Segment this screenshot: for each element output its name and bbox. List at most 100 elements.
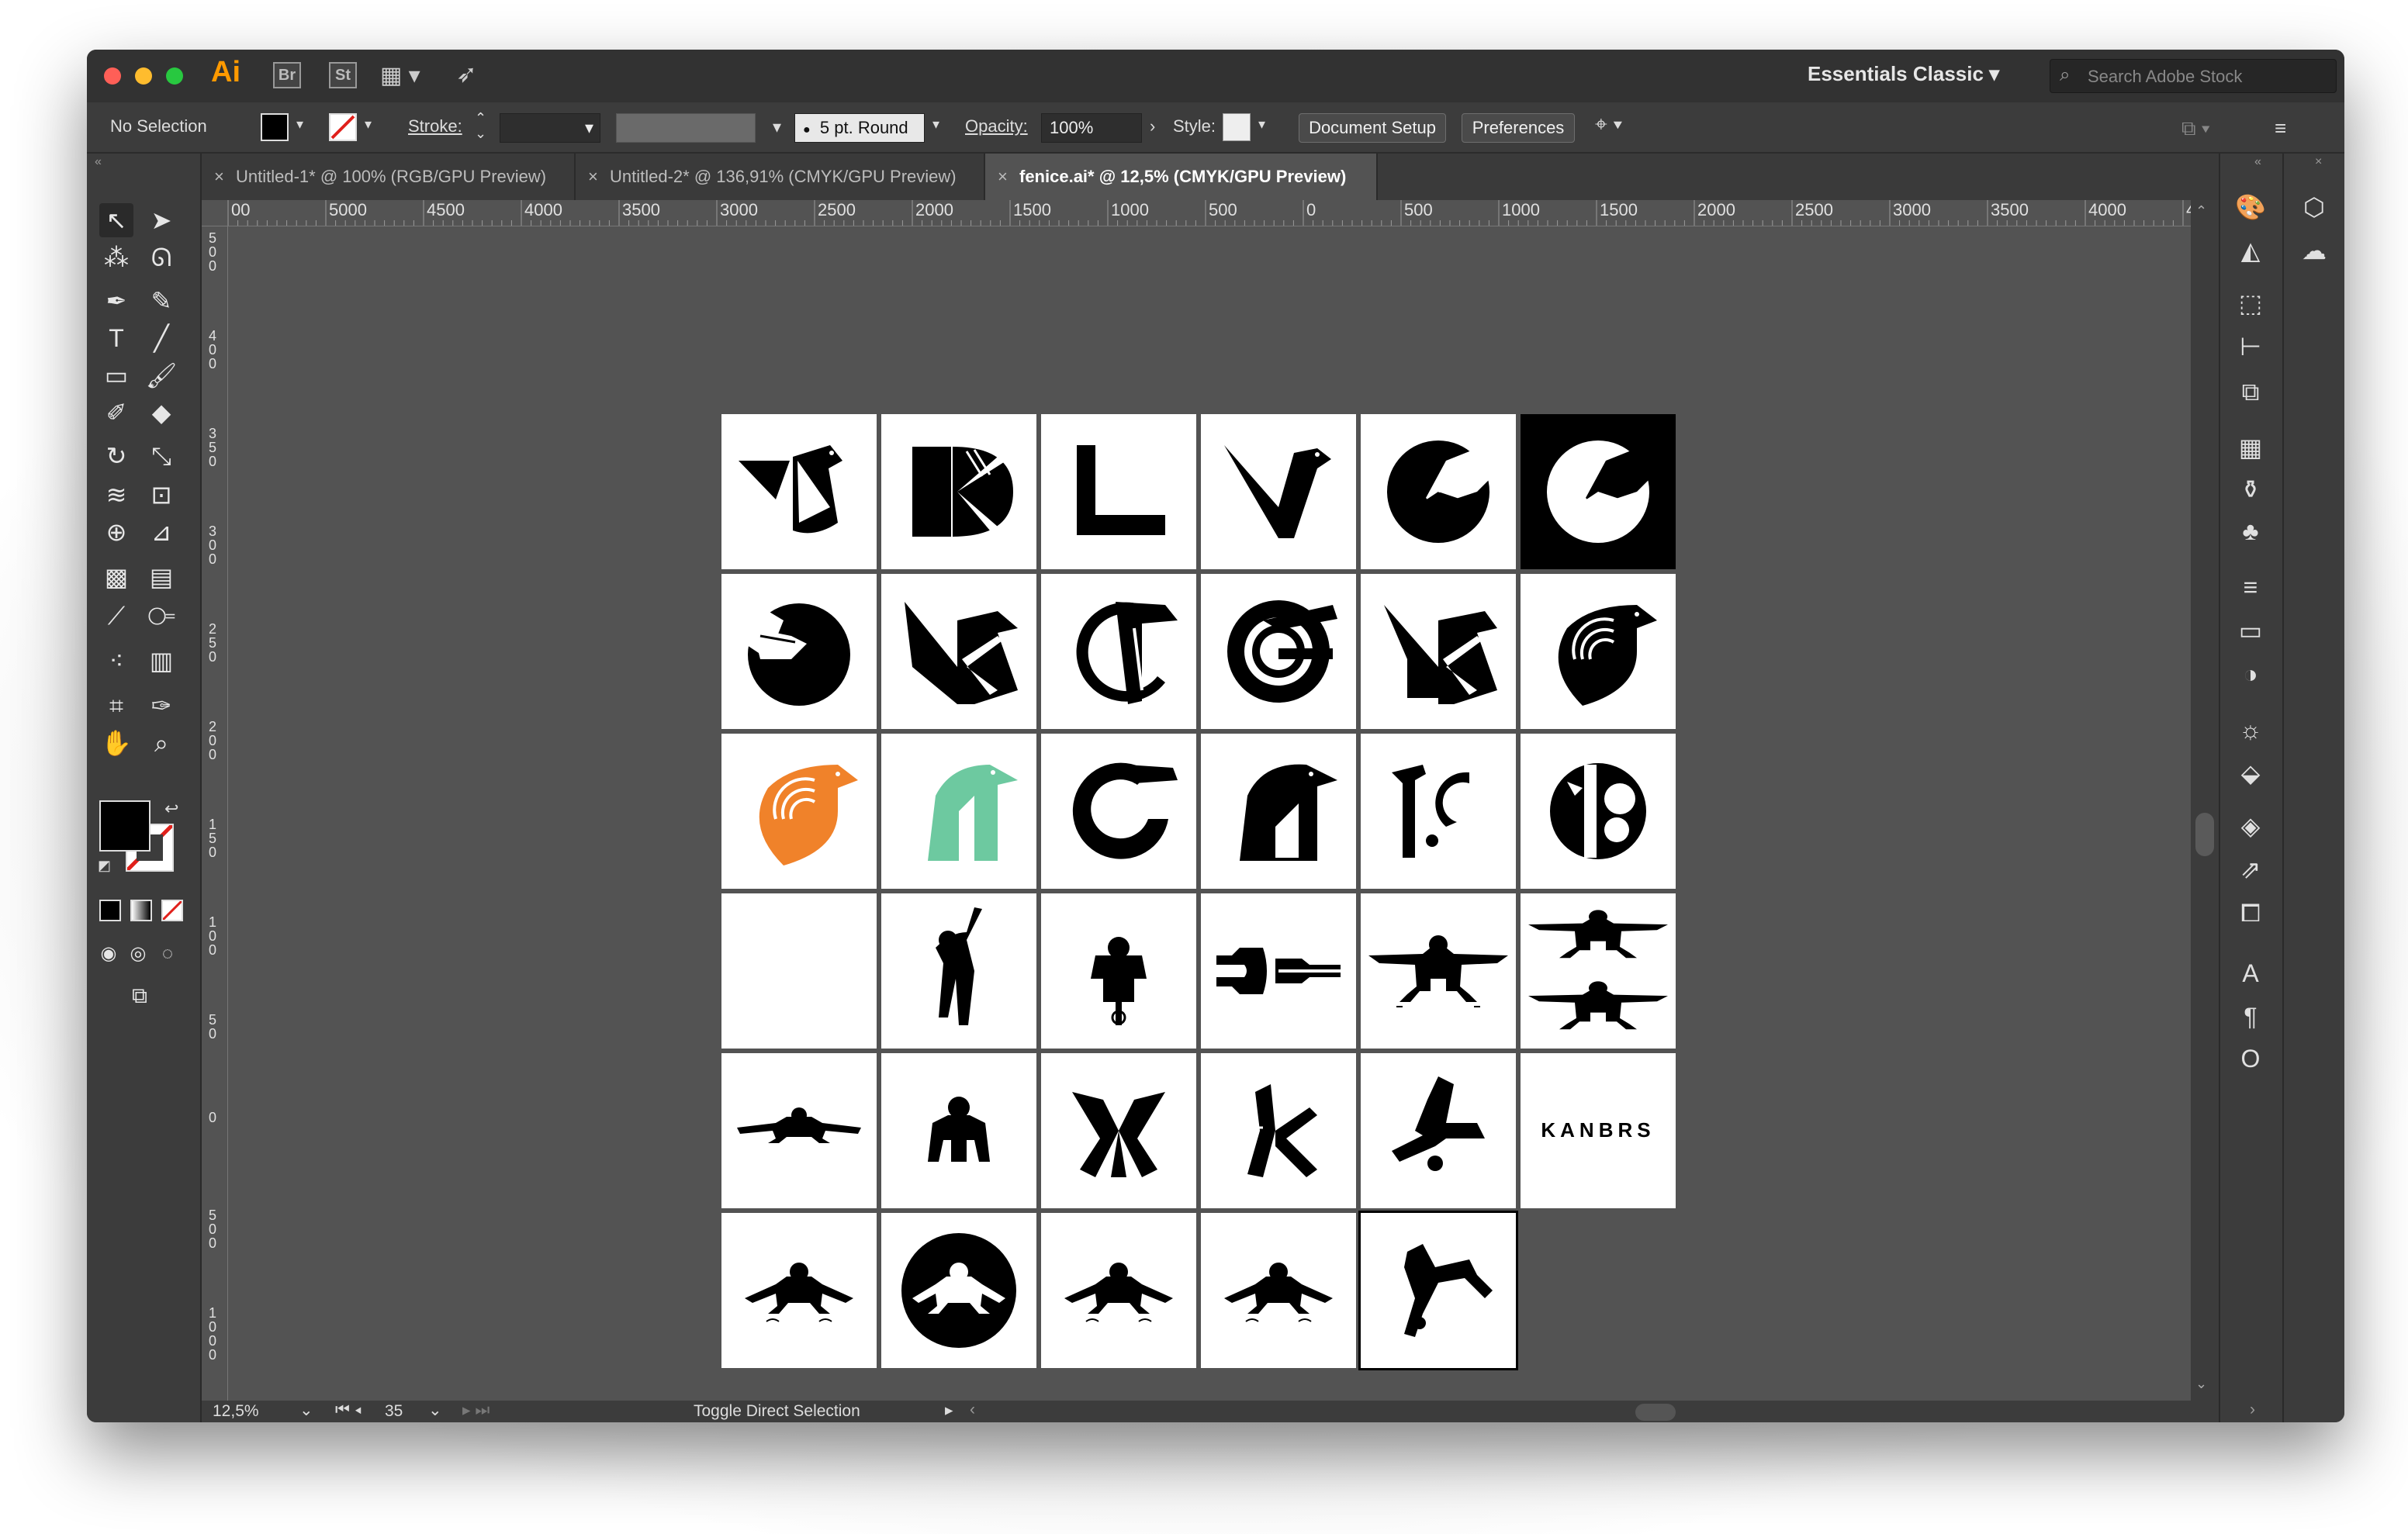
character-panel-icon[interactable]: A [2233,955,2268,991]
shaper-tool-icon[interactable]: ✐ [99,396,133,430]
select-similar-icon[interactable]: ⌖ ▾ [1595,112,1622,137]
artboard-empty[interactable] [721,893,877,1049]
column-graph-tool-icon[interactable]: ▥ [144,644,178,678]
transparency-panel-icon[interactable]: ◑ [2233,656,2268,692]
artboard-circle-hand[interactable] [1361,414,1516,569]
scroll-left-icon[interactable]: ‹ [970,1401,975,1419]
paintbrush-tool-icon[interactable]: 🖌 [144,358,178,392]
artboard-active-diving-figure[interactable] [1358,1211,1518,1370]
tab-untitled-1[interactable]: × Untitled-1* @ 100% (RGB/GPU Preview) [202,154,576,200]
close-tab-icon[interactable]: × [588,154,598,200]
gpu-performance-icon[interactable]: ➶ [456,59,477,88]
artboard-winged-figure[interactable] [1361,893,1516,1049]
artboard-stacked-l[interactable] [1041,414,1196,569]
graphic-style-swatch[interactable] [1223,113,1251,141]
brush-definition-field[interactable]: ● 5 pt. Round [794,113,925,143]
graphic-styles-icon[interactable]: ⬙ [2233,755,2268,791]
document-setup-button[interactable]: Document Setup [1299,113,1446,143]
gradient-mode-button[interactable] [130,900,152,921]
mesh-tool-icon[interactable]: ▩ [99,560,133,594]
stroke-label[interactable]: Stroke: [408,116,462,136]
color-mode-button[interactable] [99,900,121,921]
artboard-crouch-pose[interactable] [1041,1213,1196,1368]
zoom-window-button[interactable] [166,67,183,85]
artboard-dropdown-icon[interactable]: ⌄ [428,1401,442,1420]
hand-tool-icon[interactable]: ✋ [99,726,133,760]
artboard-cyclist[interactable] [1041,893,1196,1049]
vertical-scroll-thumb[interactable] [2195,813,2214,856]
vertical-ruler[interactable]: 500 400 350 300 250 200 150 100 50 0 500 1000 [202,226,228,1421]
horizontal-scroll-thumb[interactable] [1635,1404,1676,1421]
vertical-scrollbar[interactable]: ⌃ ⌄ [2191,200,2219,1401]
magic-wand-tool-icon[interactable]: ⁂ [99,240,133,275]
workspace-switcher[interactable]: Essentials Classic ▾ [1808,62,1999,86]
screen-mode-icon[interactable]: ⧉ [123,979,157,1013]
artboard-spiral-bird[interactable] [1521,574,1676,729]
arrange-icon[interactable]: ⧉ ▾ [2181,116,2210,141]
pen-tool-icon[interactable]: ✒ [99,284,133,318]
artboard-k-figure[interactable] [1201,1053,1356,1208]
align-panel-icon[interactable]: ⊢ [2233,329,2268,364]
paragraph-panel-icon[interactable]: ¶ [2233,999,2268,1035]
eraser-tool-icon[interactable]: ◆ [144,396,178,430]
brush-dropdown-icon[interactable]: ▾ [932,116,939,133]
panel-menu-icon[interactable]: ≡ [2275,116,2286,140]
fill-color-box[interactable] [99,800,150,852]
artboard-circle-hand-inverted[interactable] [1521,414,1676,569]
canvas[interactable]: KANBRS [228,226,2191,1401]
line-tool-icon[interactable]: ╱ [144,321,178,355]
artboard-block-k[interactable] [881,414,1036,569]
first-artboard-icon[interactable]: ⏮ ◂ [335,1401,362,1419]
color-guide-icon[interactable]: ◭ [2233,233,2268,268]
blend-tool-icon[interactable]: ⧃ [144,599,178,633]
stock-button[interactable]: St [329,62,357,88]
rotate-tool-icon[interactable]: ↻ [99,439,133,473]
symbol-sprayer-tool-icon[interactable]: ⁖ [99,644,133,678]
tab-fenice[interactable]: × fenice.ai* @ 12,5% (CMYK/GPU Preview) [985,154,1378,200]
close-tab-icon[interactable]: × [214,154,224,200]
artboard-penguin-green[interactable] [881,734,1036,889]
artboard-d-dash[interactable] [1201,893,1356,1049]
artboard-kanbrs-wordmark[interactable]: KANBRS [1521,1053,1676,1208]
artboard-crouch-wide[interactable] [721,1053,877,1208]
artboard-tool-icon[interactable]: ⌗ [99,689,133,723]
stroke-panel-icon[interactable]: ≡ [2233,569,2268,605]
artboard-g-circle[interactable] [1201,574,1356,729]
brushes-panel-icon[interactable]: ⚱ [2233,472,2268,507]
zoom-level[interactable]: 12,5% [213,1402,259,1421]
stroke-dropdown-icon[interactable]: ▾ [365,116,372,133]
curvature-tool-icon[interactable]: ✎ [144,284,178,318]
layers-panel-icon[interactable]: ◈ [2233,808,2268,844]
scale-tool-icon[interactable]: ⤡ [144,439,178,473]
opentype-panel-icon[interactable]: O [2233,1041,2268,1076]
artboard-number[interactable]: 35 [385,1402,403,1421]
asset-export-icon[interactable]: ⇗ [2233,852,2268,887]
artboard-x-figure[interactable] [1041,1053,1196,1208]
scroll-up-icon[interactable]: ⌃ [2195,203,2207,219]
bridge-button[interactable]: Br [273,62,301,88]
artboard-c-ring[interactable] [1041,734,1196,889]
artboards-panel-icon[interactable]: ⧠ [2233,895,2268,931]
libraries-panel-icon[interactable]: ☁ [2296,233,2332,268]
horizontal-ruler[interactable]: 00 5000 4500 4000 3500 3000 2500 2000 1500 1000 50… [228,200,2191,226]
artboard-bird-k[interactable] [721,414,877,569]
draw-inside-icon[interactable]: ◌ [150,937,185,971]
status-menu-icon[interactable]: ▸ [945,1401,953,1420]
width-tool-icon[interactable]: ≋ [99,478,133,512]
appearance-panel-icon[interactable]: ☼ [2233,712,2268,748]
arrange-documents-icon[interactable]: ▦ ▾ [380,62,420,89]
properties-panel-icon[interactable]: ⬡ [2296,189,2332,225]
search-stock-input[interactable]: ⌕ Search Adobe Stock [2050,59,2337,93]
fill-swatch[interactable] [261,113,289,141]
rectangle-tool-icon[interactable]: ▭ [99,358,133,392]
free-transform-tool-icon[interactable]: ⊡ [144,478,178,512]
artboard-hand-circle[interactable] [721,574,877,729]
artboard-y-k[interactable] [1361,574,1516,729]
swatches-panel-icon[interactable]: ▦ [2233,430,2268,465]
stroke-weight-stepper[interactable]: ⌃ ⌄ [475,110,486,141]
artboard-figure-arms-up[interactable] [881,893,1036,1049]
artboard-v-bird[interactable] [1201,414,1356,569]
opacity-arrow-icon[interactable]: › [1150,116,1155,136]
artboard-c-bird[interactable] [1041,574,1196,729]
artboard-circle-crouch[interactable] [881,1213,1036,1368]
